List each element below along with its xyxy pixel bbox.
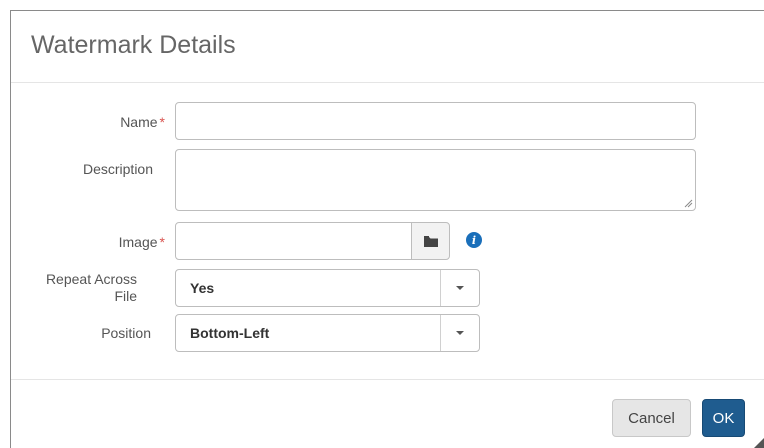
repeat-label-line1: Repeat Across bbox=[45, 271, 137, 287]
footer-divider bbox=[11, 379, 764, 380]
required-marker: * bbox=[159, 114, 165, 130]
dialog-header: Watermark Details bbox=[11, 11, 764, 83]
description-textarea[interactable] bbox=[175, 149, 696, 211]
repeat-across-file-select[interactable]: Yes bbox=[175, 269, 480, 307]
position-label: Position bbox=[101, 325, 151, 341]
position-select[interactable]: Bottom-Left bbox=[175, 314, 480, 352]
resize-handle-icon[interactable] bbox=[684, 199, 693, 208]
dialog-title: Watermark Details bbox=[31, 31, 236, 59]
image-browse-button[interactable] bbox=[411, 222, 450, 260]
cancel-button[interactable]: Cancel bbox=[612, 399, 691, 437]
name-label-text: Name bbox=[120, 114, 158, 130]
required-marker: * bbox=[159, 234, 165, 250]
watermark-details-dialog: Watermark Details Name * Description Imag… bbox=[10, 10, 764, 448]
image-input[interactable] bbox=[175, 222, 412, 260]
select-divider bbox=[440, 315, 441, 351]
select-divider bbox=[440, 270, 441, 306]
chevron-down-icon[interactable] bbox=[456, 286, 464, 290]
dialog-resize-icon[interactable] bbox=[754, 438, 764, 448]
repeat-selected-value: Yes bbox=[190, 280, 215, 296]
folder-icon bbox=[423, 235, 438, 247]
position-selected-value: Bottom-Left bbox=[190, 325, 270, 341]
image-label: Image * bbox=[25, 234, 165, 250]
name-label: Name * bbox=[25, 114, 165, 130]
repeat-across-file-label: Repeat Across File bbox=[11, 271, 137, 305]
image-label-text: Image bbox=[118, 234, 158, 250]
chevron-down-icon[interactable] bbox=[456, 331, 464, 335]
description-label: Description bbox=[82, 161, 153, 177]
repeat-label-line2: File bbox=[114, 288, 137, 304]
ok-button[interactable]: OK bbox=[702, 399, 745, 437]
info-icon[interactable]: i bbox=[466, 232, 482, 248]
name-input[interactable] bbox=[175, 102, 696, 140]
